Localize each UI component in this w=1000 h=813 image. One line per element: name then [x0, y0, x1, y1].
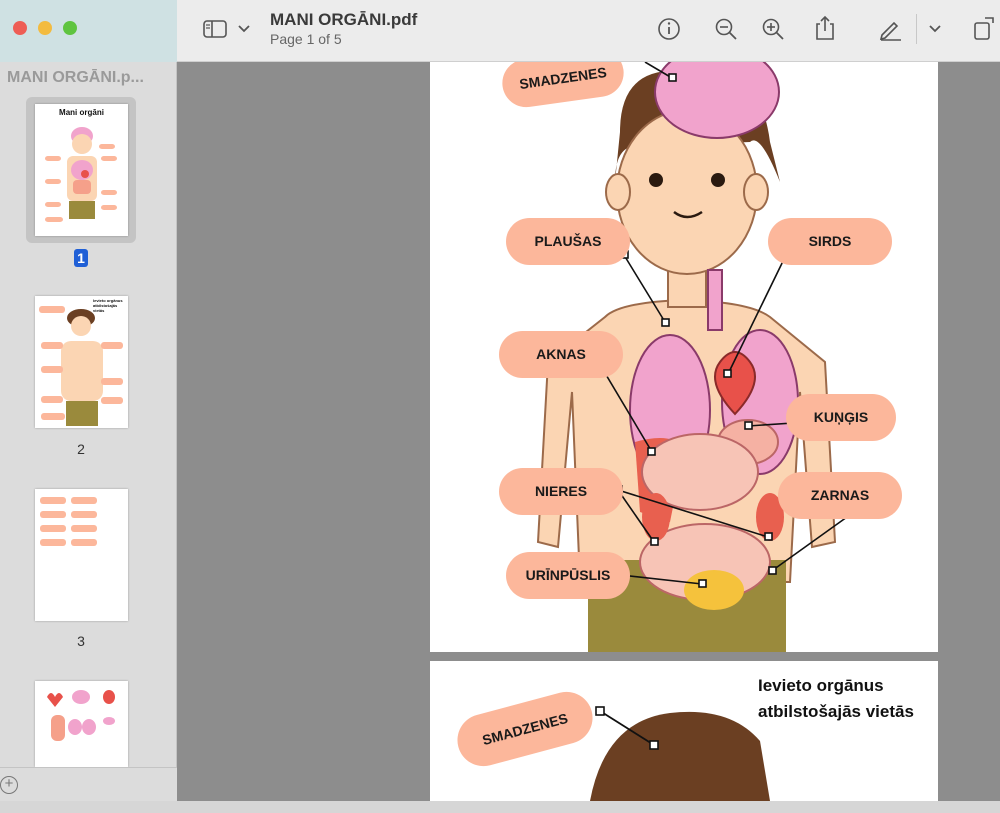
share-icon[interactable]	[814, 15, 836, 41]
sidebar-toggle-icon[interactable]	[203, 19, 231, 41]
thumbnail-page-1[interactable]: Mani orgāni	[35, 104, 128, 236]
thumbnail-2-title: Ievieto orgānus atbilstošajās vietās	[93, 298, 123, 313]
sidebar-document-title: MANI ORGĀNI.p...	[7, 69, 144, 86]
sidebar-footer: +	[0, 767, 177, 801]
pdf-page-1: SMADZENES PLAUŠAS SIRDS AKNAS KUŅĢIS NIE…	[430, 62, 938, 652]
markup-pen-icon[interactable]	[878, 16, 904, 42]
markup-chevron-down-icon[interactable]	[929, 24, 941, 34]
thumbnail-page-3-number: 3	[77, 633, 85, 649]
label-urinpuslis: URĪNPŪSLIS	[506, 552, 630, 599]
chevron-down-icon[interactable]	[238, 24, 250, 34]
minimize-window-button[interactable]	[38, 21, 52, 35]
zoom-out-icon[interactable]	[714, 17, 738, 41]
zoom-in-icon[interactable]	[761, 17, 785, 41]
thumbnail-sidebar: MANI ORGĀNI.p... Mani orgāni 1 Ievieto o…	[0, 0, 177, 801]
page-2-title-line-2: atbilstošajās vietās	[758, 702, 914, 721]
toolbar: MANI ORGĀNI.pdf Page 1 of 5	[177, 0, 1000, 62]
background-strip	[0, 801, 1000, 813]
thumbnail-4-illustration	[47, 690, 115, 741]
pdf-page-2: SMADZENES Ievieto orgānus atbilstošajās …	[430, 661, 938, 801]
thumbnail-2-illustration	[39, 306, 123, 426]
info-icon[interactable]	[657, 17, 681, 41]
label-kungis: KUŅĢIS	[786, 394, 896, 441]
document-title: MANI ORGĀNI.pdf	[270, 10, 418, 29]
page-2-title: Ievieto orgānus atbilstošajās vietās	[758, 673, 914, 725]
thumbnail-1-illustration	[45, 127, 117, 222]
maximize-window-button[interactable]	[63, 21, 77, 35]
page-indicator: Page 1 of 5	[270, 31, 342, 47]
thumbnail-3-illustration	[40, 497, 97, 546]
thumbnail-page-1-number: 1	[74, 249, 88, 267]
page-2-title-line-1: Ievieto orgānus	[758, 676, 884, 695]
label-nieres: NIERES	[499, 468, 623, 515]
rotate-icon[interactable]	[973, 15, 997, 41]
thumbnail-page-3[interactable]	[35, 489, 128, 621]
sidebar-header	[0, 0, 177, 62]
label-plausas: PLAUŠAS	[506, 218, 630, 265]
thumbnail-page-2[interactable]: Ievieto orgānus atbilstošajās vietās	[35, 296, 128, 428]
label-aknas: AKNAS	[499, 331, 623, 378]
label-zarnas: ZARNAS	[778, 472, 902, 519]
thumbnail-1-title: Mani orgāni	[59, 108, 104, 117]
toolbar-divider	[916, 14, 917, 44]
close-window-button[interactable]	[13, 21, 27, 35]
thumbnail-page-2-number: 2	[77, 441, 85, 457]
add-page-icon[interactable]: +	[0, 776, 18, 794]
label-sirds: SIRDS	[768, 218, 892, 265]
thumbnail-page-4[interactable]	[35, 681, 128, 767]
